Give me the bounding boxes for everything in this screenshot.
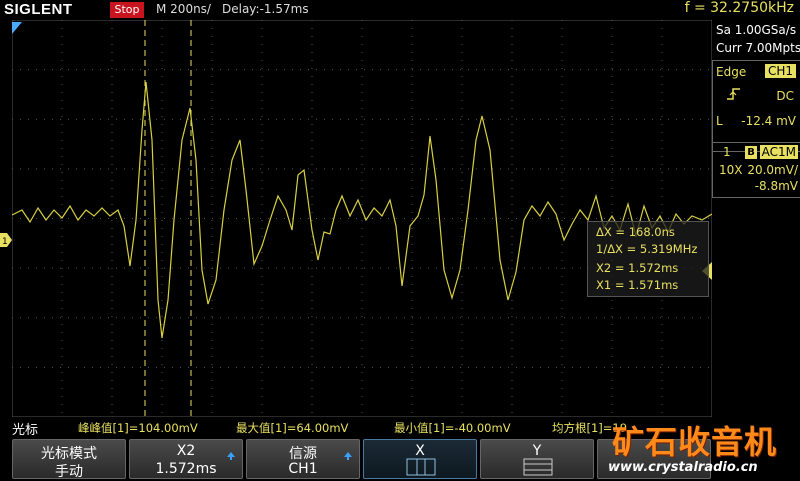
softkey-label: X (415, 443, 425, 459)
delta-x: ΔX = 168.0ns (596, 225, 675, 239)
trigger-level: -12.4 mV (741, 114, 796, 128)
memory-depth: Curr 7.00Mpts (716, 41, 800, 55)
watermark-url: www.crystalradio.cn (608, 460, 758, 475)
measure-max: 最大值[1]=64.00mV (236, 421, 349, 435)
menu-title: 光标 (12, 423, 39, 438)
brand-logo: SIGLENT (4, 1, 73, 18)
ch1-number: 1 (723, 145, 731, 159)
softkey-value: 1.572ms (155, 461, 217, 477)
softkey-value: 手动 (55, 464, 83, 480)
softkey-value: CH1 (288, 461, 318, 477)
trigger-panel[interactable]: Edge CH1 DC L -12.4 mV (712, 60, 800, 152)
ch1-coupling: AC1M (759, 145, 798, 159)
measure-pk-pk: 峰峰值[1]=104.00mV (78, 421, 198, 435)
trigger-source: CH1 (764, 64, 796, 78)
cursor-readout: ΔX = 168.0ns 1/ΔX = 5.319MHz X2 = 1.572m… (587, 221, 709, 297)
waveform-display[interactable] (12, 20, 712, 417)
y-cursor-icon (523, 458, 553, 476)
ch1-offset-marker[interactable]: 1 (0, 233, 12, 247)
softkey-x2[interactable]: X2 1.572ms (129, 439, 243, 479)
side-panel: Sa 1.00GSa/s Curr 7.00Mpts Edge CH1 DC L… (712, 20, 800, 417)
trigger-mode: Edge (716, 65, 747, 79)
ch1-offset: -8.8mV (754, 179, 798, 193)
bandwidth-limit-badge: B (745, 146, 757, 159)
softkey-cursor-mode[interactable]: 光标模式 手动 (12, 439, 126, 480)
measure-min: 最小值[1]=-40.00mV (394, 421, 511, 435)
softkey-x-cursor[interactable]: X (363, 439, 477, 479)
inverse-delta-x: 1/ΔX = 5.319MHz (596, 242, 698, 256)
timebase-readout[interactable]: M 200ns/ (156, 2, 211, 16)
x2-value: X2 = 1.572ms (596, 261, 679, 275)
ch1-panel[interactable]: 1 B AC1M 10X 20.0mV/ -8.8mV (712, 142, 800, 198)
knob-arrow-icon (227, 452, 235, 460)
softkey-label: Y (532, 443, 542, 459)
softkey-y-cursor[interactable]: Y (480, 439, 594, 479)
x1-value: X1 = 1.571ms (596, 278, 679, 292)
sample-rate: Sa 1.00GSa/s (716, 23, 797, 37)
watermark-logo: 矿石收音机 (612, 423, 778, 461)
delay-readout[interactable]: Delay:-1.57ms (222, 2, 309, 16)
trigger-position-marker[interactable] (12, 22, 22, 36)
trigger-coupling: DC (776, 89, 794, 103)
softkey-source[interactable]: 信源 CH1 (246, 439, 360, 479)
softkey-label: 光标模式 (41, 446, 97, 462)
frequency-counter: f = 32.2750kHz (684, 0, 794, 16)
ch1-scale: 20.0mV/ (747, 163, 798, 177)
x-cursor-icon (406, 458, 436, 476)
trigger-level-label: L (716, 114, 723, 128)
ch1-probe: 10X (719, 163, 743, 177)
rising-edge-icon (727, 88, 740, 100)
svg-text:1: 1 (2, 237, 8, 247)
knob-arrow-icon (344, 452, 352, 460)
status-bar: SIGLENT Stop M 200ns/ Delay:-1.57ms f = … (0, 0, 800, 20)
run-stop-badge[interactable]: Stop (110, 2, 144, 18)
